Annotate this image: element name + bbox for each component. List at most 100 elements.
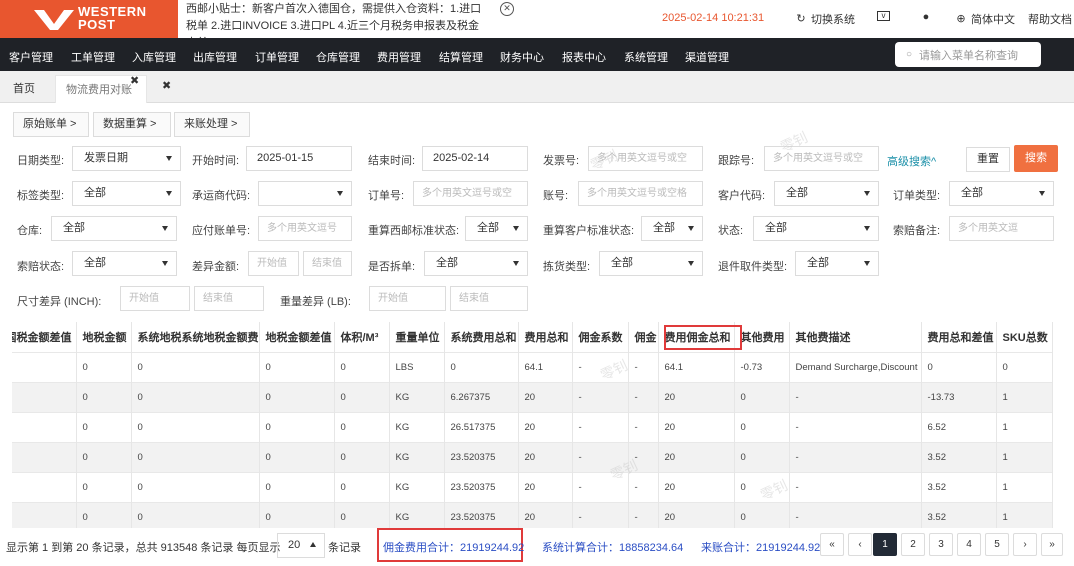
page-button-5[interactable]: 5 bbox=[985, 533, 1009, 556]
tab-close-icon[interactable]: ✖ bbox=[130, 74, 139, 87]
reset-button[interactable]: 重置 bbox=[966, 147, 1010, 172]
menu-search-input[interactable]: ○ 请输入菜单名称查询 bbox=[895, 42, 1041, 67]
size-diff-label: 尺寸差异 (INCH): bbox=[17, 296, 102, 308]
page-button-2[interactable]: 2 bbox=[901, 533, 925, 556]
table-row[interactable]: 0 0 0 0 LBS 0 64.1- -64.1 -0.73 Demand Surcharge,… bbox=[12, 351, 1053, 382]
end-time-input[interactable]: 2025-02-14 bbox=[422, 146, 528, 171]
switch-system-button[interactable]: ↻ 切换系统 bbox=[795, 11, 855, 27]
table-cell: KG bbox=[389, 441, 445, 472]
table-cell: 0 bbox=[259, 411, 335, 442]
incoming-handle-button[interactable]: 来账处理 > bbox=[174, 112, 250, 137]
tip-close-icon[interactable]: ✕ bbox=[500, 2, 514, 16]
table-cell: 20 bbox=[518, 471, 573, 502]
col-header[interactable]: 国税金额差值 bbox=[12, 322, 77, 352]
mail-button[interactable]: v bbox=[877, 11, 890, 21]
col-header[interactable]: 体积/M³ bbox=[334, 322, 390, 352]
prev-page-button[interactable]: ‹ bbox=[848, 533, 872, 556]
claim-note-input[interactable]: 多个用英文逗 bbox=[949, 216, 1054, 241]
table-row[interactable]: 0 0 0 0 KG 23.520375 20- -20 0-3.52 1 bbox=[12, 441, 1053, 472]
nav-item-warehouse[interactable]: 仓库管理 bbox=[316, 49, 360, 65]
page-button-4[interactable]: 4 bbox=[957, 533, 981, 556]
payable-bill-input[interactable]: 多个用英文逗号 bbox=[258, 216, 352, 241]
chevron-down-icon bbox=[513, 261, 519, 266]
nav-item-finance[interactable]: 财务中心 bbox=[500, 49, 544, 65]
warehouse-select[interactable]: 全部 bbox=[51, 216, 177, 241]
invoice-input[interactable]: 多个用英文逗号或空 bbox=[588, 146, 703, 171]
nav-item-workorder[interactable]: 工单管理 bbox=[71, 49, 115, 65]
col-header[interactable]: 地税金额差值 bbox=[259, 322, 335, 352]
data-recalc-button[interactable]: 数据重算 > bbox=[93, 112, 171, 137]
page-button-3[interactable]: 3 bbox=[929, 533, 953, 556]
table-row[interactable]: 0 0 0 0 KG 23.520375 20- -20 0-3.52 1 bbox=[12, 471, 1053, 502]
table-cell: 0 bbox=[334, 411, 390, 442]
customer-code-select[interactable]: 全部 bbox=[774, 181, 879, 206]
col-header[interactable]: 佣金 bbox=[628, 322, 659, 352]
last-page-button[interactable]: » bbox=[1041, 533, 1063, 556]
tracking-input[interactable]: 多个用英文逗号或空 bbox=[764, 146, 879, 171]
claim-status-select[interactable]: 全部 bbox=[72, 251, 177, 276]
carrier-code-select[interactable] bbox=[258, 181, 352, 206]
nav-item-report[interactable]: 报表中心 bbox=[562, 49, 606, 65]
table-cell: 0 bbox=[996, 351, 1053, 382]
col-header[interactable]: 地税金额 bbox=[76, 322, 132, 352]
next-page-button[interactable]: › bbox=[1013, 533, 1037, 556]
recalc-customer-status-select[interactable]: 全部 bbox=[641, 216, 703, 241]
help-link[interactable]: 帮助文档 bbox=[1028, 11, 1072, 27]
order-type-select[interactable]: 全部 bbox=[949, 181, 1054, 206]
split-order-select[interactable]: 全部 bbox=[424, 251, 528, 276]
return-type-select[interactable]: 全部 bbox=[795, 251, 879, 276]
search-button[interactable]: 搜索 bbox=[1014, 145, 1058, 172]
user-button[interactable]: ● bbox=[920, 11, 932, 23]
col-header[interactable]: SKU总数 bbox=[996, 322, 1053, 352]
weight-diff-start-input[interactable]: 开始值 bbox=[369, 286, 446, 311]
page-button-1[interactable]: 1 bbox=[873, 533, 897, 556]
weight-diff-label: 重量差异 (LB): bbox=[280, 296, 351, 308]
table-cell: 1 bbox=[996, 471, 1053, 502]
nav-item-channel[interactable]: 渠道管理 bbox=[685, 49, 729, 65]
size-diff-end-input[interactable]: 结束值 bbox=[194, 286, 264, 311]
start-time-input[interactable]: 2025-01-15 bbox=[246, 146, 352, 171]
col-header[interactable]: 其他费用 bbox=[734, 322, 790, 352]
tag-type-select[interactable]: 全部 bbox=[72, 181, 181, 206]
account-input[interactable]: 多个用英文逗号或空格 bbox=[578, 181, 703, 206]
table-row[interactable]: 0 0 0 0 KG 26.517375 20- -20 0-6.52 1 bbox=[12, 411, 1053, 442]
tab-home[interactable]: 首页 bbox=[3, 75, 45, 103]
weight-diff-end-input[interactable]: 结束值 bbox=[450, 286, 528, 311]
table-cell: 20 bbox=[518, 441, 573, 472]
status-select[interactable]: 全部 bbox=[753, 216, 879, 241]
diff-amount-start-input[interactable]: 开始值 bbox=[248, 251, 299, 276]
logo: WESTERN POST bbox=[0, 0, 178, 38]
col-header[interactable]: 其他费描述 bbox=[789, 322, 922, 352]
first-page-button[interactable]: « bbox=[820, 533, 844, 556]
table-row[interactable]: 0 0 0 0 KG 6.267375 20- -20 0- -13.73 1 bbox=[12, 381, 1053, 412]
language-select[interactable]: ⊕ 简体中文 bbox=[955, 11, 1015, 27]
col-header[interactable]: 系统地税系统地税金额费 bbox=[131, 322, 260, 352]
nav-item-customer[interactable]: 客户管理 bbox=[9, 49, 53, 65]
tab-logistics-reconcile-label: 物流费用对账 bbox=[66, 84, 132, 96]
col-header[interactable]: 重量单位 bbox=[389, 322, 445, 352]
col-header[interactable]: 系统费用总和 bbox=[444, 322, 519, 352]
col-header-commission-total[interactable]: 费用佣金总和 bbox=[658, 322, 735, 352]
nav-item-order[interactable]: 订单管理 bbox=[255, 49, 299, 65]
original-bill-button[interactable]: 原始账单 > bbox=[13, 112, 89, 137]
nav-item-fee[interactable]: 费用管理 bbox=[377, 49, 421, 65]
table-cell: KG bbox=[389, 411, 445, 442]
date-type-select[interactable]: 发票日期 bbox=[72, 146, 181, 171]
col-header[interactable]: 费用总和差值 bbox=[921, 322, 997, 352]
nav-item-inbound[interactable]: 入库管理 bbox=[132, 49, 176, 65]
pick-type-select[interactable]: 全部 bbox=[599, 251, 703, 276]
nav-item-settlement[interactable]: 结算管理 bbox=[439, 49, 483, 65]
table-cell: 64.1 bbox=[658, 351, 735, 382]
close-all-tabs-icon[interactable]: ✖ bbox=[162, 79, 171, 92]
col-header[interactable]: 佣金系数 bbox=[572, 322, 629, 352]
page-size-select[interactable]: 20 bbox=[277, 533, 325, 558]
size-diff-start-input[interactable]: 开始值 bbox=[120, 286, 190, 311]
nav-item-system[interactable]: 系统管理 bbox=[624, 49, 668, 65]
recalc-west-status-select[interactable]: 全部 bbox=[465, 216, 528, 241]
table-cell: - bbox=[572, 381, 629, 412]
order-no-input[interactable]: 多个用英文逗号或空 bbox=[413, 181, 528, 206]
nav-item-outbound[interactable]: 出库管理 bbox=[193, 49, 237, 65]
advanced-search-link[interactable]: 高级搜索^ bbox=[887, 153, 936, 169]
col-header[interactable]: 费用总和 bbox=[518, 322, 573, 352]
diff-amount-end-input[interactable]: 结束值 bbox=[303, 251, 352, 276]
